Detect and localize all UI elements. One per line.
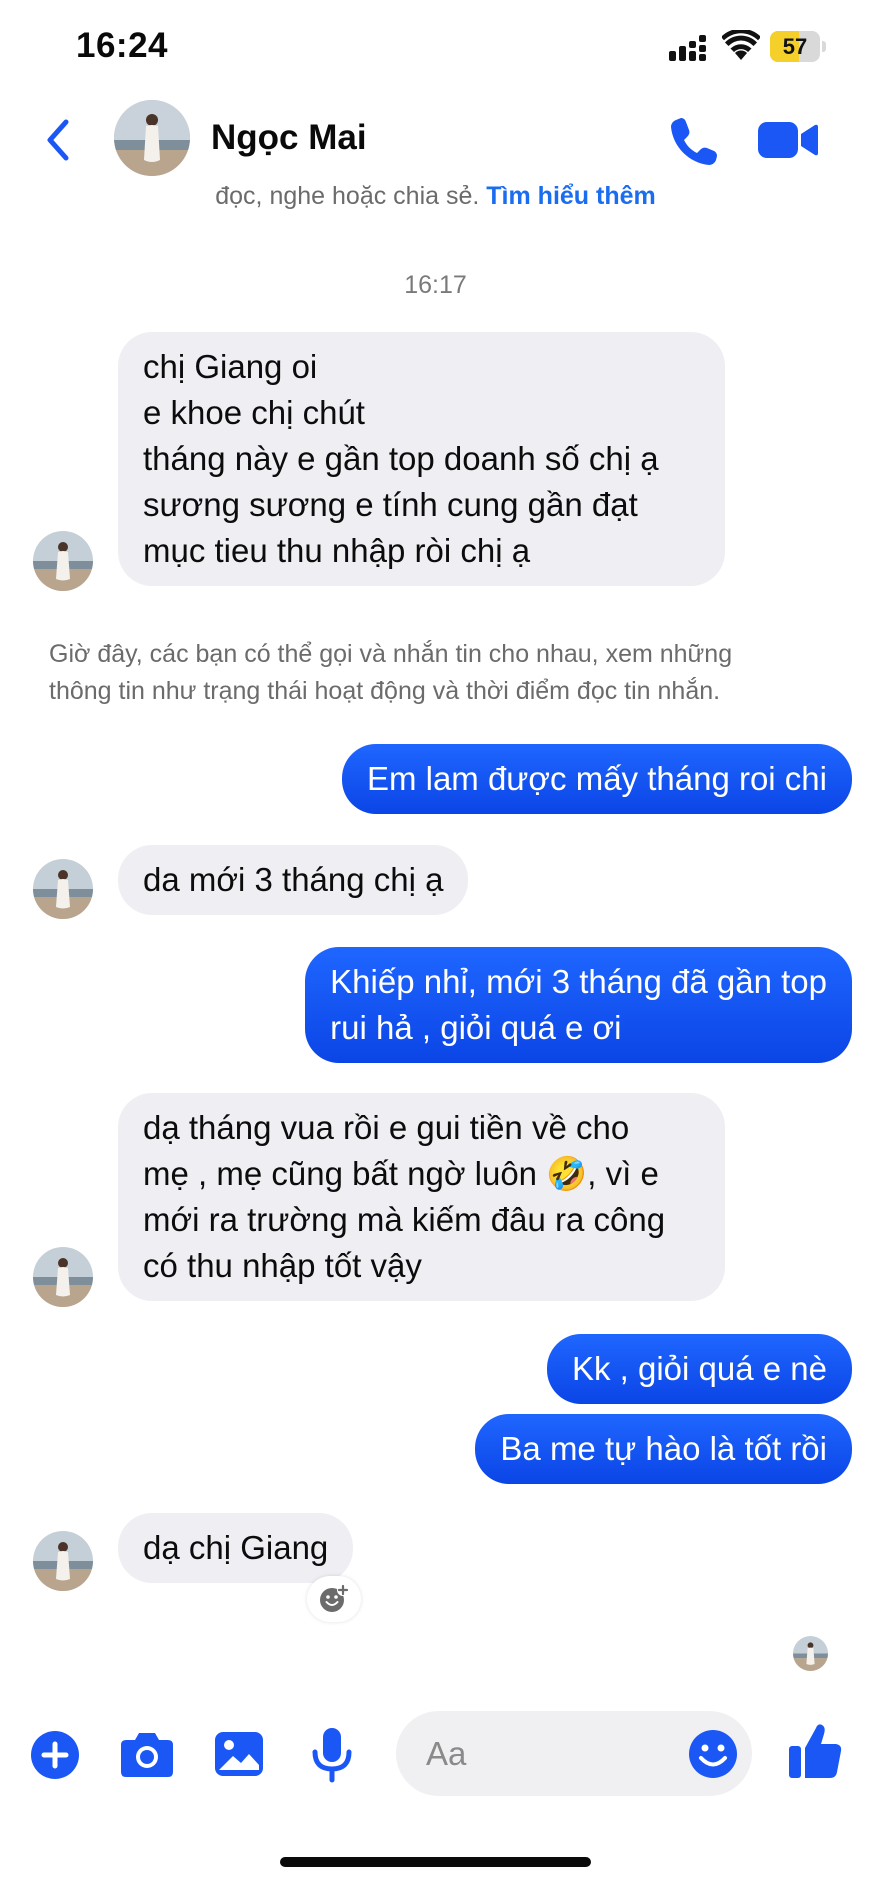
sender-avatar[interactable] <box>33 531 93 591</box>
contact-name[interactable]: Ngọc Mai <box>211 118 367 158</box>
status-bar: 16:24 57 <box>0 0 871 100</box>
privacy-notice: đọc, nghe hoặc chia sẻ. Tìm hiểu thêm <box>0 182 871 211</box>
smile-icon[interactable] <box>688 1729 738 1779</box>
learn-more-link[interactable]: Tìm hiểu thêm <box>486 182 655 210</box>
video-camera-icon[interactable] <box>758 118 818 162</box>
outgoing-message-bubble[interactable]: Ba me tự hào là tốt rồi <box>475 1414 852 1484</box>
incoming-message-bubble[interactable]: dạ tháng vua rồi e gui tiền về cho mẹ , … <box>118 1093 725 1301</box>
message-input-container[interactable] <box>396 1711 752 1796</box>
plus-icon[interactable] <box>30 1730 80 1780</box>
status-time: 16:24 <box>76 26 169 65</box>
battery-indicator: 57 <box>770 31 826 62</box>
incoming-message-bubble[interactable]: da mới 3 tháng chị ạ <box>118 845 469 915</box>
camera-icon[interactable] <box>120 1730 174 1778</box>
back-chevron-icon[interactable] <box>38 116 78 164</box>
contact-avatar[interactable] <box>114 100 190 176</box>
message-composer <box>0 1700 871 1810</box>
outgoing-message-bubble[interactable]: Em lam được mấy tháng roi chi <box>341 744 852 814</box>
home-indicator <box>280 1857 591 1867</box>
cellular-signal-icon <box>669 35 706 61</box>
message-timestamp: 16:17 <box>404 271 467 299</box>
outgoing-message-bubble[interactable]: Kk , giỏi quá e nè <box>546 1334 852 1404</box>
outgoing-message-bubble[interactable]: Khiếp nhỉ, mới 3 tháng đã gần top rui hả… <box>305 947 852 1063</box>
wifi-icon <box>722 30 760 60</box>
message-input[interactable] <box>426 1731 666 1777</box>
sender-avatar[interactable] <box>33 1247 93 1307</box>
privacy-notice-text: đọc, nghe hoặc chia sẻ. <box>215 182 480 210</box>
chat-header: Ngọc Mai <box>0 100 871 180</box>
add-reaction-icon <box>320 1584 349 1612</box>
battery-percentage: 57 <box>782 34 808 59</box>
seen-receipt-avatar <box>793 1636 828 1671</box>
sender-avatar[interactable] <box>33 1531 93 1591</box>
microphone-icon[interactable] <box>312 1727 352 1783</box>
messenger-chat-screen: 16:24 57 Ngọc Mai đọc, nghe hoặc chia sẻ… <box>0 0 871 1884</box>
incoming-message-bubble[interactable]: chị Giang oi e khoe chị chút tháng này e… <box>118 332 725 586</box>
phone-icon[interactable] <box>668 114 720 166</box>
thumbs-up-icon[interactable] <box>788 1722 842 1780</box>
image-icon[interactable] <box>214 1729 264 1779</box>
system-notice: Giờ đây, các bạn có thể gọi và nhắn tin … <box>49 640 733 705</box>
incoming-message-bubble[interactable]: dạ chị Giang <box>118 1513 354 1583</box>
sender-avatar[interactable] <box>33 859 93 919</box>
add-reaction-button[interactable] <box>307 1576 361 1622</box>
